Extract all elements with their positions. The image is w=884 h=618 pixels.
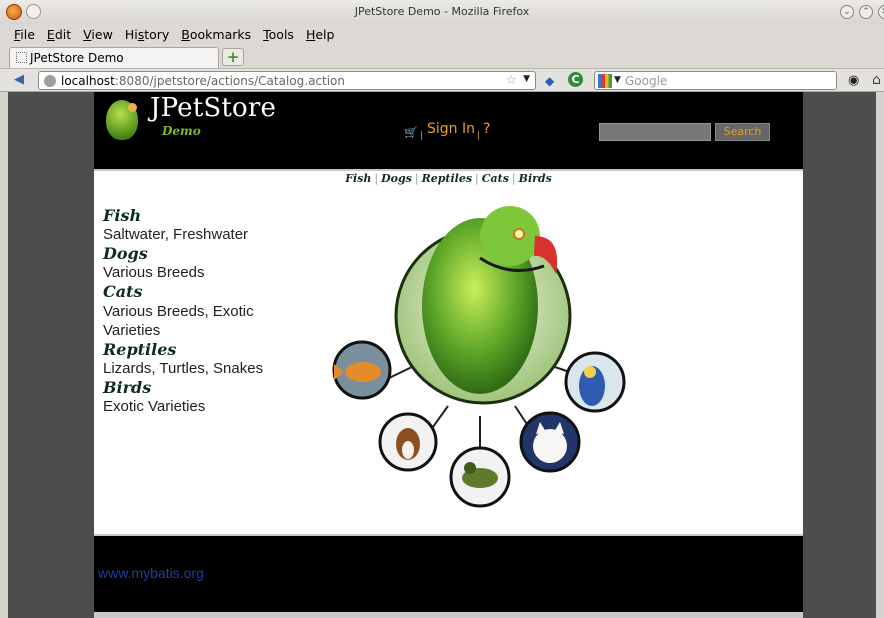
category-reptiles-desc: Lizards, Turtles, Snakes [103, 360, 264, 377]
url-host: localhost [61, 74, 115, 88]
page-content: JPetStore Demo 🛒 | Sign In | ? Search Fi… [94, 92, 803, 618]
sign-in-link[interactable]: Sign In [427, 121, 475, 137]
quicklink-dogs[interactable]: Dogs [381, 172, 412, 185]
divider: | [511, 172, 516, 185]
divider: | [374, 172, 379, 185]
category-sidebar: Fish Saltwater, Freshwater Dogs Various … [103, 206, 293, 416]
navigation-toolbar: ◀ localhost:8080/jpetstore/actions/Catal… [0, 68, 884, 92]
quicklink-birds[interactable]: Birds [519, 172, 552, 185]
chevron-down-icon[interactable]: ▼ [614, 75, 621, 85]
menu-bookmarks[interactable]: Bookmarks [181, 27, 251, 42]
category-image-map [332, 206, 626, 508]
category-cats-link[interactable]: Cats [103, 282, 293, 302]
menu-tools[interactable]: Tools [263, 27, 294, 42]
window-title: JPetStore Demo - Mozilla Firefox [354, 5, 530, 18]
tab-label: JPetStore Demo [30, 51, 124, 65]
quicklink-cats[interactable]: Cats [482, 172, 509, 185]
home-icon[interactable]: ⌂ [872, 72, 881, 88]
menu-edit[interactable]: Edit [47, 27, 71, 42]
dogs-circle[interactable] [378, 412, 438, 472]
quick-links: Fish | Dogs | Reptiles | Cats | Birds [94, 172, 803, 185]
mybatis-link[interactable]: www.mybatis.org [98, 565, 204, 581]
reptiles-circle[interactable] [449, 446, 511, 508]
bookmark-icon[interactable]: ◆ [545, 74, 554, 88]
cats-circle[interactable] [519, 411, 581, 473]
help-link[interactable]: ? [483, 121, 490, 137]
search-button[interactable]: Search [715, 123, 770, 141]
category-fish-desc: Saltwater, Freshwater [103, 226, 249, 243]
menu-help[interactable]: Help [306, 27, 335, 42]
search-input[interactable] [599, 123, 711, 141]
google-icon[interactable] [598, 74, 612, 88]
birds-main-circle[interactable] [394, 206, 572, 405]
category-cats-desc: Various Breeds, Exotic Varieties [103, 303, 254, 339]
quicklink-reptiles[interactable]: Reptiles [422, 172, 472, 185]
maximize-icon[interactable]: ⌃ [859, 5, 873, 19]
header-divider [94, 169, 803, 171]
tab-jpetstore[interactable]: JPetStore Demo [9, 47, 219, 68]
bookmark-star-icon[interactable]: ☆ [505, 73, 517, 88]
quicklink-fish[interactable]: Fish [345, 172, 371, 185]
divider: | [475, 172, 479, 185]
search-placeholder: Google [625, 74, 668, 88]
tab-bar: JPetStore Demo + [0, 46, 884, 68]
category-fish-link[interactable]: Fish [103, 206, 293, 226]
minimize-icon[interactable]: ⌄ [840, 5, 854, 19]
site-header: JPetStore Demo 🛒 | Sign In | ? Search [94, 92, 803, 169]
cart-icon[interactable]: 🛒 [404, 126, 418, 139]
category-birds-link[interactable]: Birds [103, 378, 293, 398]
birds-small-circle[interactable] [564, 351, 626, 413]
fish-circle[interactable] [332, 340, 392, 400]
menu-view[interactable]: View [83, 27, 113, 42]
divider: | [477, 131, 481, 141]
title-bar: JPetStore Demo - Mozilla Firefox ⌄ ⌃ ✕ [0, 0, 884, 24]
footer-bottom-bar [94, 612, 803, 618]
logo-subtitle: Demo [162, 124, 201, 138]
category-birds-desc: Exotic Varieties [103, 398, 206, 415]
new-tab-button[interactable]: + [222, 48, 244, 66]
binoculars-icon[interactable]: ◉ [848, 73, 859, 88]
parrot-logo-icon[interactable] [102, 94, 142, 142]
menu-file[interactable]: File [14, 27, 35, 42]
chevron-down-icon[interactable]: ▼ [523, 74, 530, 84]
web-search-input[interactable]: ▼ Google [594, 71, 837, 90]
site-footer: www.mybatis.org [94, 536, 803, 612]
browser-chrome: JPetStore Demo - Mozilla Firefox ⌄ ⌃ ✕ F… [0, 0, 884, 92]
logo-title[interactable]: JPetStore [150, 93, 276, 123]
url-path: :8080/jpetstore/actions/Catalog.action [114, 74, 346, 88]
back-arrow-icon[interactable]: ◀ [10, 72, 28, 88]
globe-icon [44, 75, 56, 87]
menu-bar: File Edit View History Bookmarks Tools Help [0, 24, 884, 46]
page-icon [16, 52, 27, 63]
category-dogs-link[interactable]: Dogs [103, 244, 293, 264]
menu-history[interactable]: History [125, 27, 169, 42]
category-reptiles-link[interactable]: Reptiles [103, 340, 293, 360]
divider: | [414, 172, 419, 185]
web-viewport: JPetStore Demo 🛒 | Sign In | ? Search Fi… [8, 92, 876, 618]
url-bar[interactable]: localhost:8080/jpetstore/actions/Catalog… [38, 71, 536, 90]
reload-icon[interactable]: C [568, 72, 583, 87]
divider: | [420, 131, 424, 141]
category-dogs-desc: Various Breeds [103, 264, 205, 281]
